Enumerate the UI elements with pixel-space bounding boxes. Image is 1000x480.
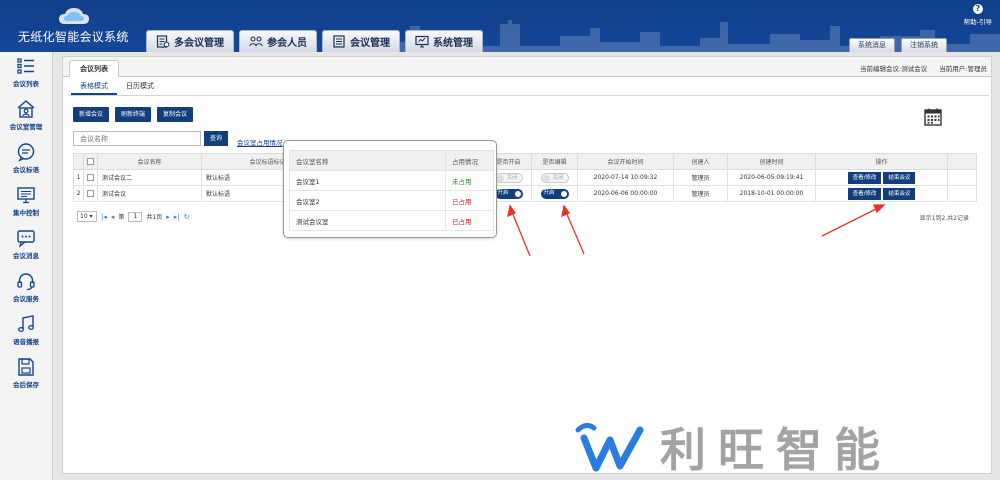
arrow-to-edit-toggle: [565, 211, 585, 255]
arrow-head-open: [507, 204, 516, 218]
arrow-to-open-toggle: [511, 211, 531, 257]
annotation-arrows: [507, 204, 886, 257]
liwang-logo-icon: [575, 422, 644, 472]
arrow-head-edit: [561, 204, 570, 218]
brand-watermark: 利旺智能: [570, 414, 990, 480]
arrow-to-operations: [821, 207, 879, 237]
brand-name: 利旺智能: [660, 423, 892, 477]
arrow-head-operations: [873, 204, 886, 214]
